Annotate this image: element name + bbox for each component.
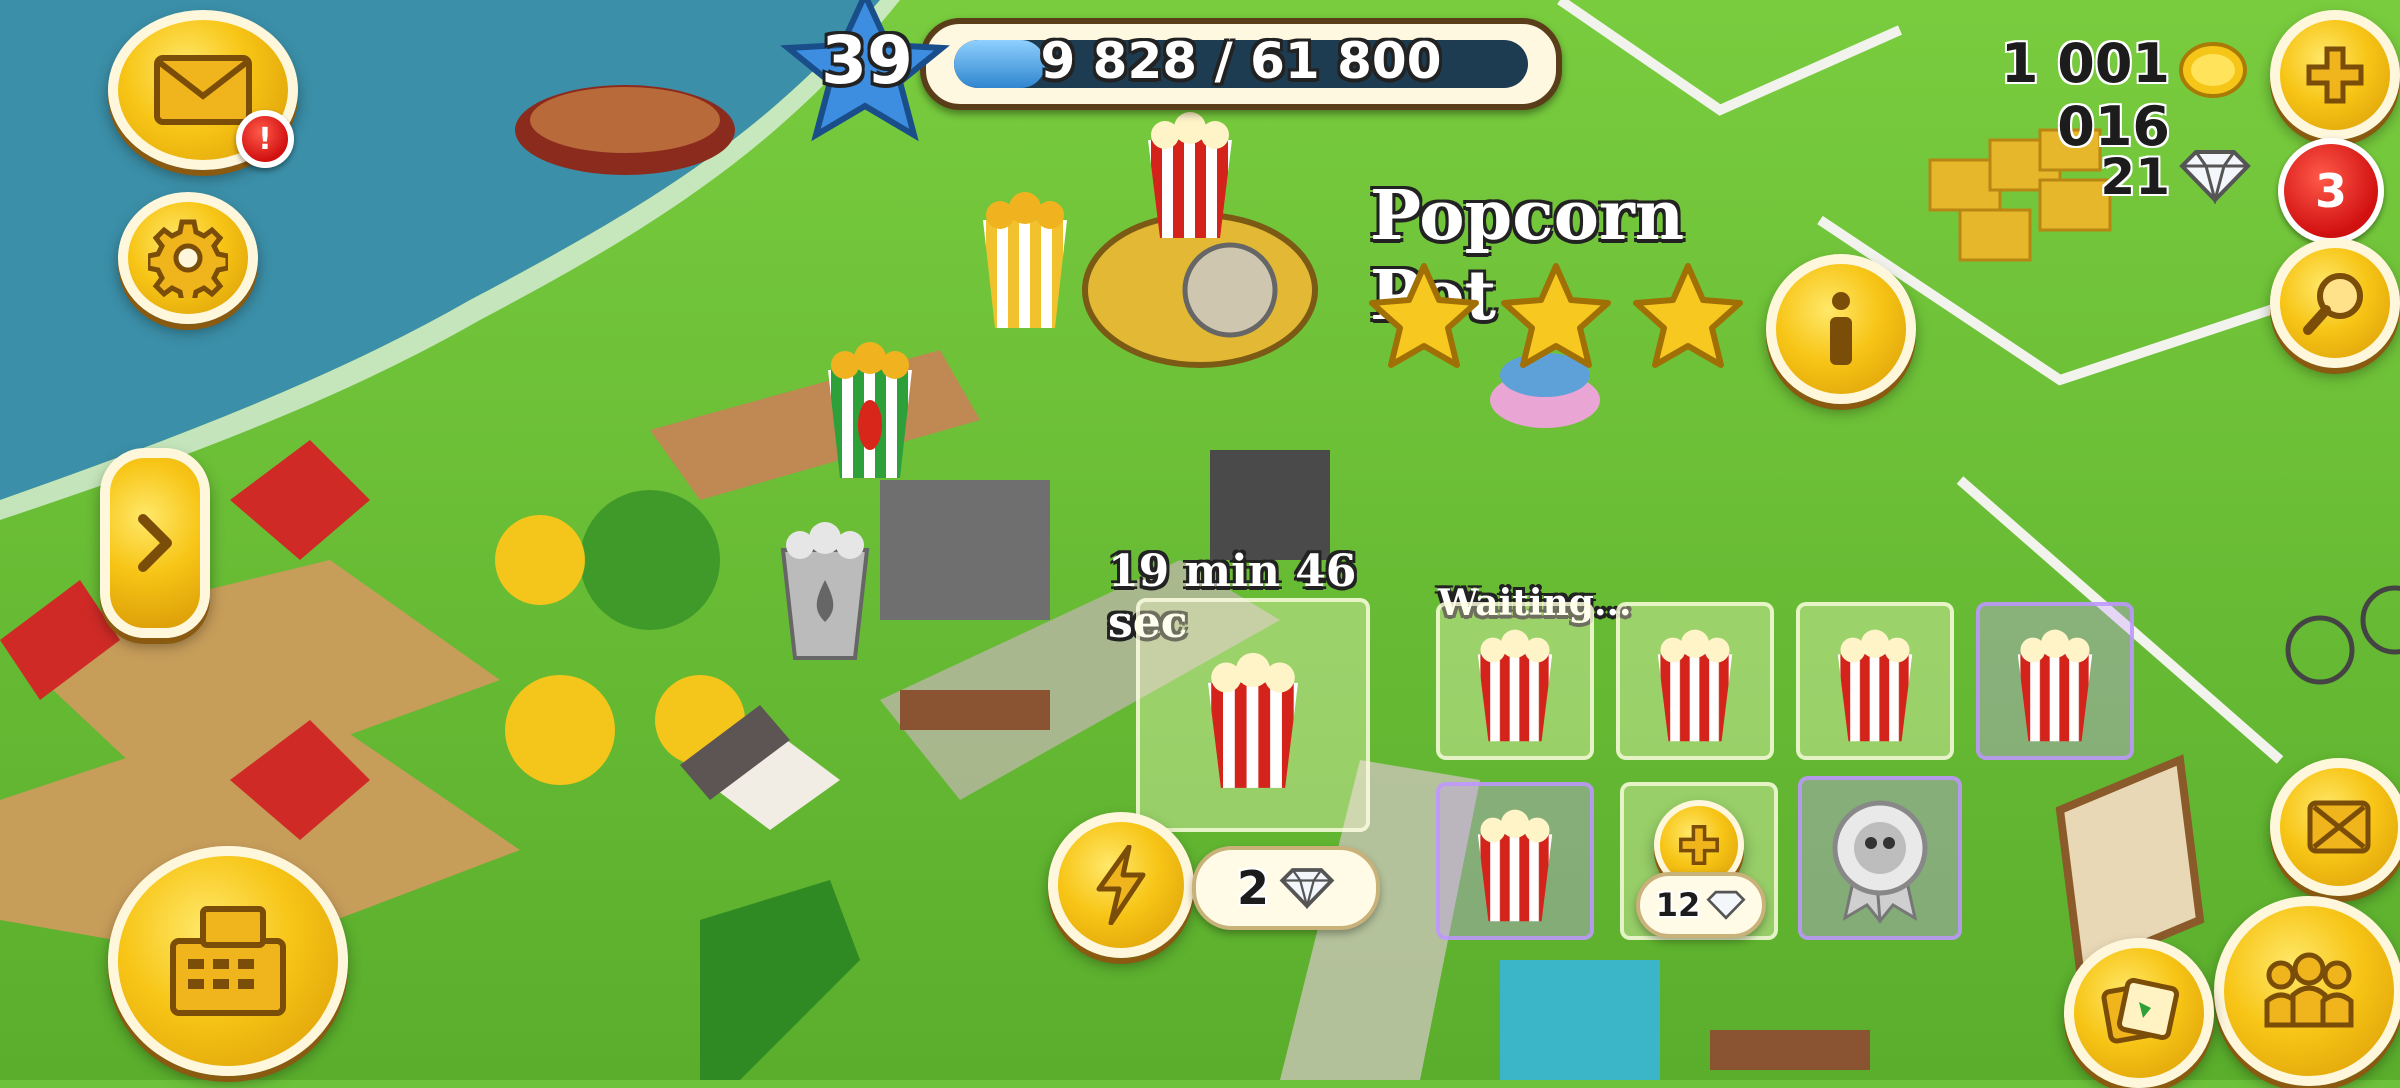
locked-popcorn-icon (780, 522, 870, 660)
queue-slot[interactable] (1976, 602, 2134, 760)
queue-slot[interactable] (1436, 602, 1594, 760)
magnifier-icon (2303, 273, 2363, 335)
current-production-slot[interactable] (1136, 598, 1370, 832)
skip-cost: 2 (1236, 861, 1269, 915)
caramel-popcorn-icon (983, 192, 1067, 328)
queue-slot[interactable] (1616, 602, 1774, 760)
rowboat (515, 85, 735, 175)
mail-alert-text: ! (258, 121, 272, 157)
rating-star-icon (1633, 263, 1743, 368)
notification-count: 3 (2314, 164, 2347, 218)
settings-button[interactable] (118, 192, 258, 324)
plus-icon (1679, 825, 1719, 865)
envelope-icon (154, 55, 252, 125)
xp-text: 9 828 / 61 800 (1040, 32, 1442, 90)
lightning-icon (1096, 845, 1146, 925)
level-number: 39 (821, 22, 913, 99)
rating-star-icon (1501, 263, 1611, 368)
cards-button[interactable] (2064, 938, 2214, 1088)
friends-button[interactable] (2214, 896, 2400, 1086)
speed-up-button[interactable] (1048, 812, 1194, 958)
rating-stars (1368, 262, 1768, 372)
unlock-cost-pill: 12 (1636, 872, 1766, 938)
add-currency-button[interactable] (2270, 10, 2400, 140)
popcorn-icon (1477, 629, 1553, 742)
diamond-icon (1706, 890, 1746, 920)
mail-alert-badge: ! (236, 110, 294, 168)
silver-medal-icon (1832, 800, 1928, 923)
diamond-icon (1279, 868, 1335, 909)
notification-badge[interactable]: 3 (2278, 138, 2384, 244)
cash-register-icon (170, 906, 286, 1016)
popcorn-product-icon (1148, 112, 1232, 238)
coin-count: 1 001 016 (2000, 32, 2170, 158)
info-icon (1830, 292, 1852, 365)
search-button[interactable] (2270, 238, 2400, 368)
popcorn-icon (2017, 629, 2093, 742)
popcorn-icon (1477, 809, 1553, 922)
queue-slot[interactable] (1436, 782, 1594, 940)
expand-side-menu-button[interactable] (100, 448, 210, 638)
xp-bar[interactable]: 9 828 / 61 800 (920, 18, 1562, 110)
queue-slot[interactable] (1796, 602, 1954, 760)
popcorn-icon (1657, 629, 1733, 742)
popcorn-icon (1837, 629, 1913, 742)
chili-popcorn-icon (828, 342, 912, 478)
rating-star-icon (1369, 263, 1479, 368)
gear-icon (148, 219, 228, 298)
unlock-cost: 12 (1655, 886, 1701, 924)
chevron-right-icon (138, 514, 172, 572)
diamond-count: 21 (2100, 148, 2170, 206)
locked-slot[interactable] (1798, 776, 1962, 940)
plus-icon (2306, 46, 2364, 104)
shop-button[interactable] (108, 846, 348, 1076)
cards-icon (2101, 978, 2179, 1044)
friends-icon (2264, 952, 2354, 1028)
diamond-icon (2179, 150, 2251, 204)
skip-cost-pill[interactable]: 2 (1192, 846, 1380, 930)
popcorn-icon (1208, 652, 1298, 788)
map-expand-button[interactable] (2270, 758, 2400, 896)
coin-icon (2179, 42, 2247, 98)
map-expand-icon (2307, 800, 2371, 854)
info-button[interactable] (1766, 254, 1916, 404)
